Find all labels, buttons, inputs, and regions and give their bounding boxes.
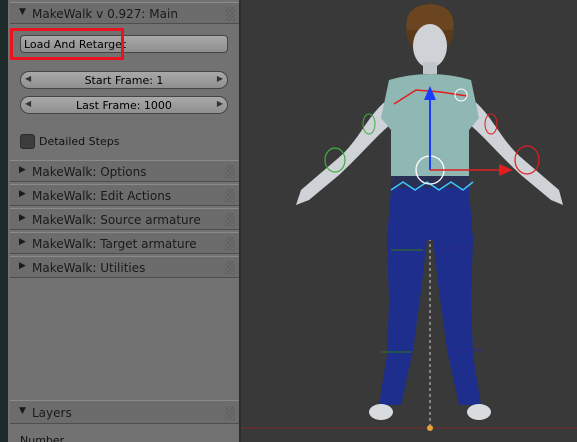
drag-grip-icon[interactable] — [225, 213, 235, 227]
section-label: MakeWalk: Target armature — [32, 237, 197, 251]
makewalk-main-header[interactable]: ▼ MakeWalk v 0.927: Main — [10, 2, 239, 24]
expand-triangle-icon: ▶ — [19, 165, 26, 175]
drag-grip-icon[interactable] — [225, 165, 235, 179]
last-frame-field[interactable]: ◀ Last Frame: 1000 ▶ — [20, 96, 228, 114]
header-label: MakeWalk v 0.927: Main — [32, 7, 178, 21]
section-label: MakeWalk: Options — [32, 165, 147, 179]
section-utilities[interactable]: ▶ MakeWalk: Utilities — [10, 256, 239, 278]
section-edit-actions[interactable]: ▶ MakeWalk: Edit Actions — [10, 184, 239, 206]
drag-grip-icon[interactable] — [225, 189, 235, 203]
expand-triangle-icon: ▶ — [19, 189, 26, 199]
increment-arrow-icon[interactable]: ▶ — [217, 74, 223, 83]
origin-point — [427, 425, 433, 431]
collapse-triangle-icon: ▼ — [19, 7, 26, 17]
drag-grip-icon[interactable] — [225, 406, 235, 420]
section-target-armature[interactable]: ▶ MakeWalk: Target armature — [10, 232, 239, 254]
start-frame-field[interactable]: ◀ Start Frame: 1 ▶ — [20, 71, 228, 89]
drag-grip-icon[interactable] — [225, 7, 235, 21]
detailed-steps-label: Detailed Steps — [39, 135, 120, 148]
section-options[interactable]: ▶ MakeWalk: Options — [10, 160, 239, 182]
field-label: Start Frame: 1 — [84, 74, 164, 87]
collapse-triangle-icon: ▼ — [19, 406, 26, 416]
section-label: MakeWalk: Utilities — [32, 261, 146, 275]
field-label: Last Frame: 1000 — [76, 99, 172, 112]
section-source-armature[interactable]: ▶ MakeWalk: Source armature — [10, 208, 239, 230]
layers-label: Layers — [32, 406, 72, 420]
layers-header[interactable]: ▼ Layers — [10, 400, 239, 424]
tool-shelf-panel: ▼ MakeWalk v 0.927: Main Load And Retarg… — [8, 0, 239, 442]
drag-grip-icon[interactable] — [225, 237, 235, 251]
expand-triangle-icon: ▶ — [19, 213, 26, 223]
viewport-scene — [241, 0, 577, 442]
highlight-annotation-box — [10, 28, 124, 60]
section-label: MakeWalk: Edit Actions — [32, 189, 172, 203]
drag-grip-icon[interactable] — [225, 261, 235, 275]
number-label: Number — [20, 434, 65, 442]
3d-viewport[interactable] — [241, 0, 577, 442]
section-label: MakeWalk: Source armature — [32, 213, 201, 227]
detailed-steps-checkbox[interactable] — [20, 134, 35, 149]
increment-arrow-icon[interactable]: ▶ — [217, 99, 223, 108]
expand-triangle-icon: ▶ — [19, 237, 26, 247]
expand-triangle-icon: ▶ — [19, 261, 26, 271]
